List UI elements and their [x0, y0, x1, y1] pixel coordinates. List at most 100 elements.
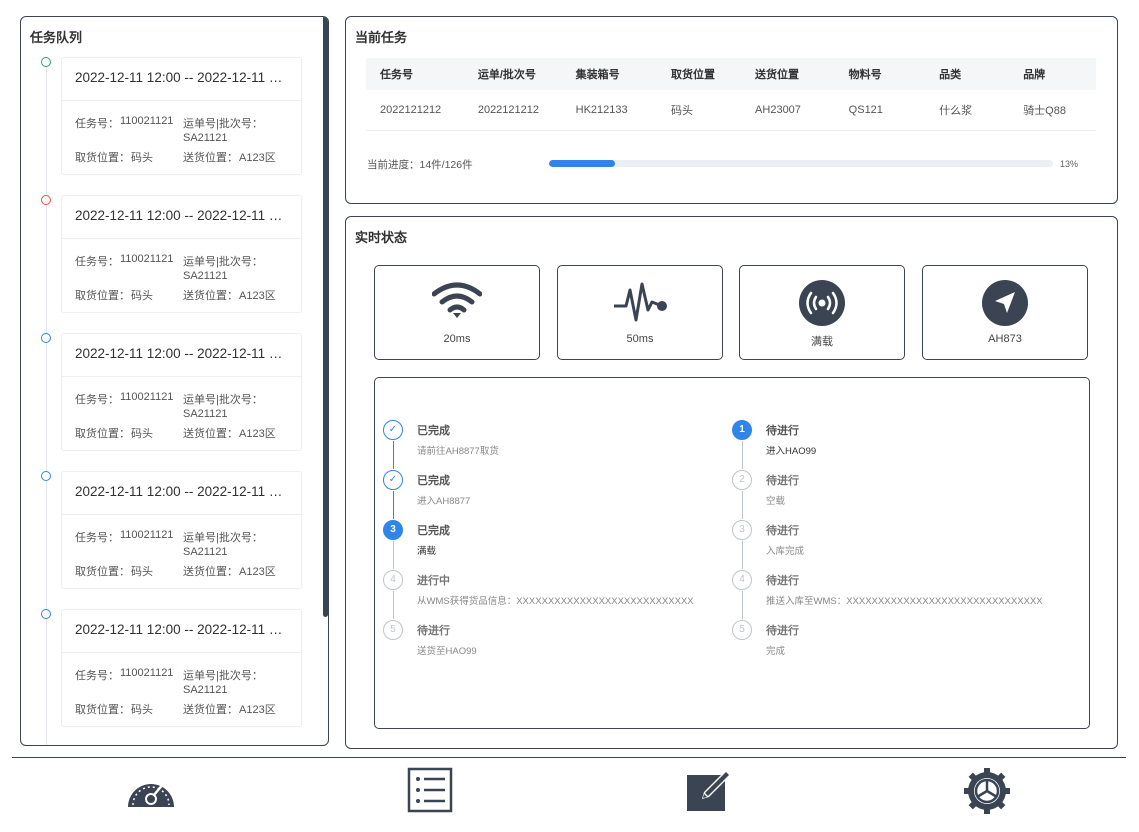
- progress-percent: 13%: [1060, 159, 1079, 169]
- broadcast-icon: [799, 280, 845, 331]
- step-item: 5 待进行 完成: [732, 620, 1062, 670]
- queue-scrollbar[interactable]: [323, 17, 328, 617]
- deliver-value: A123区: [239, 704, 276, 716]
- deliver-value: A123区: [239, 290, 276, 302]
- navigation-icon: [982, 280, 1028, 331]
- task-time: 2022-12-11 12:00 -- 2022-12-11 13:00: [62, 196, 301, 239]
- pickup-label: 取货位置：: [75, 704, 130, 716]
- step-title: 进行中: [417, 575, 450, 587]
- queue-item[interactable]: 2022-12-11 12:00 -- 2022-12-11 13:00 任务号：…: [21, 57, 321, 177]
- task-no-label: 任务号：: [75, 670, 119, 682]
- queue-item[interactable]: 2022-12-11 12:00 -- 2022-12-11 13:00 任务号：…: [21, 609, 321, 729]
- pickup-value: 码头: [131, 566, 153, 578]
- step-connector: [393, 441, 394, 469]
- waybill-label: 运单号|批次号：: [183, 118, 263, 130]
- pickup-label: 取货位置：: [75, 428, 130, 440]
- step-item: 5 待进行 送货至HAO99: [383, 620, 713, 670]
- pickup-value: 码头: [131, 290, 153, 302]
- dashboard-button[interactable]: [124, 765, 178, 819]
- task-no-label: 任务号：: [75, 256, 119, 268]
- step-item: 4 进行中从WMS获得货品信息：XXXXXXXXXXXXXXXXXXXXXXXXX…: [383, 570, 713, 620]
- dashboard-icon: [128, 781, 174, 810]
- step-number: 3: [383, 520, 403, 540]
- status-card-heartbeat: 50ms: [557, 265, 723, 360]
- status-label: 20ms: [443, 333, 471, 345]
- step-description: 进入AH8877: [417, 496, 471, 507]
- waybill-value: SA21121: [183, 270, 228, 282]
- task-no-value: 110021121: [120, 667, 174, 679]
- deliver-value: A123区: [239, 428, 276, 440]
- column-header: 运单/批次号: [463, 58, 562, 90]
- step-description: 进入HAO99: [766, 446, 817, 457]
- step-title: 待进行: [766, 525, 799, 537]
- task-card[interactable]: 2022-12-11 12:00 -- 2022-12-11 13:00 任务号：…: [61, 471, 302, 589]
- table-cell: AH23007: [741, 90, 835, 131]
- waybill-value: SA21121: [183, 684, 228, 696]
- current-task-table: 任务号 运单/批次号 集装箱号 取货位置 送货位置 物料号 品类 品牌 2022121212 2…: [366, 58, 1096, 131]
- timeline-dot: [41, 333, 51, 343]
- queue-item[interactable]: 2022-12-11 12:00 -- 2022-12-11 13:00 任务号：…: [21, 195, 321, 315]
- step-item: 1 待进行 进入HAO99: [732, 420, 1062, 470]
- queue-item[interactable]: 2022-12-11 12:00 -- 2022-12-11 13:00 任务号：…: [21, 333, 321, 453]
- step-title: 已完成: [417, 425, 450, 437]
- task-time: 2022-12-11 12:00 -- 2022-12-11 13:00: [62, 472, 301, 515]
- task-card[interactable]: 2022-12-11 12:00 -- 2022-12-11 13:00 任务号：…: [61, 195, 302, 313]
- step-title: 待进行: [766, 425, 799, 437]
- queue-item[interactable]: 2022-12-11 12:00 -- 2022-12-11 13:00 任务号：…: [21, 471, 321, 591]
- step-description: 空载: [766, 496, 786, 507]
- task-card[interactable]: 2022-12-11 12:00 -- 2022-12-11 13:00 任务号：…: [61, 57, 302, 175]
- column-header: 物料号: [834, 58, 926, 90]
- step-connector: [742, 591, 743, 619]
- step-item: ✓ 已完成 请前往AH8877取货: [383, 420, 713, 470]
- timeline-dot: [41, 57, 51, 67]
- table-cell: QS121: [834, 90, 926, 131]
- pickup-label: 取货位置：: [75, 290, 130, 302]
- task-list-button[interactable]: [404, 765, 458, 819]
- progress-label: 当前进度：14件/126件: [367, 159, 473, 171]
- task-no-value: 110021121: [120, 253, 174, 265]
- pickup-value: 码头: [131, 428, 153, 440]
- task-queue-title: 任务队列: [30, 30, 83, 45]
- task-card[interactable]: 2022-12-11 12:00 -- 2022-12-11 13:00 任务号：…: [61, 609, 302, 727]
- step-title: 待进行: [766, 575, 799, 587]
- deliver-label: 送货位置：: [183, 704, 238, 716]
- column-header: 任务号: [366, 58, 464, 90]
- step-item: 2 待进行 空载: [732, 470, 1062, 520]
- check-icon: ✓: [383, 470, 403, 490]
- table-row: 2022121212 2022121212 HK212133 码头 AH23007 QS1…: [366, 90, 1096, 131]
- step-number: 4: [732, 570, 752, 590]
- table-cell: 2022121212: [463, 90, 562, 131]
- settings-button[interactable]: [960, 765, 1014, 819]
- step-title: 已完成: [417, 475, 450, 487]
- progress-bar: [549, 160, 1053, 167]
- table-cell: 码头: [656, 90, 742, 131]
- step-number: 4: [383, 570, 403, 590]
- status-card-location: AH873: [922, 265, 1088, 360]
- deliver-label: 送货位置：: [183, 566, 238, 578]
- column-header: 集装箱号: [561, 58, 657, 90]
- status-card-load: 满载: [739, 265, 905, 360]
- waybill-value: SA21121: [183, 132, 228, 144]
- waybill-label: 运单号|批次号：: [183, 532, 263, 544]
- column-header: 送货位置: [741, 58, 835, 90]
- task-time: 2022-12-11 12:00 -- 2022-12-11 13:00: [62, 58, 301, 101]
- column-header: 品类: [925, 58, 1010, 90]
- steps-panel: ✓ 已完成 请前往AH8877取货 ✓ 已完成 进入AH8877 3 已完成 满载 4 进行中 从WM…: [374, 377, 1090, 729]
- table-cell: 骑士Q88: [1009, 90, 1096, 131]
- step-title: 待进行: [766, 475, 799, 487]
- deliver-label: 送货位置：: [183, 152, 238, 164]
- step-description: 完成: [766, 646, 786, 657]
- edit-button[interactable]: [684, 765, 738, 819]
- step-item: 3 待进行 入库完成: [732, 520, 1062, 570]
- step-number: 3: [732, 520, 752, 540]
- task-no-value: 110021121: [120, 115, 174, 127]
- progress-fill: [549, 160, 615, 167]
- step-description: 从WMS获得货品信息：XXXXXXXXXXXXXXXXXXXXXXXXXXXX: [417, 596, 694, 607]
- step-connector: [393, 491, 394, 519]
- task-queue-panel: 任务队列 2022-12-11 12:00 -- 2022-12-11 13:0…: [20, 16, 329, 746]
- waybill-value: SA21121: [183, 408, 228, 420]
- status-label: 50ms: [626, 333, 654, 345]
- status-label: 满载: [811, 336, 833, 348]
- task-card[interactable]: 2022-12-11 12:00 -- 2022-12-11 13:00 任务号：…: [61, 333, 302, 451]
- settings-icon: [964, 768, 1010, 814]
